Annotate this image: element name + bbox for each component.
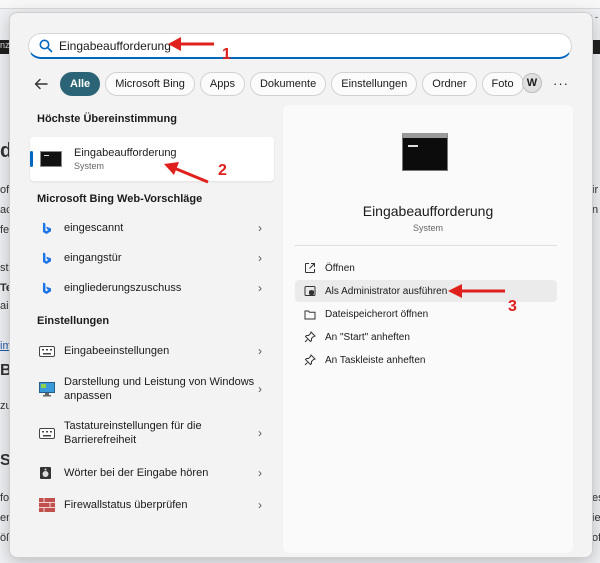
search-icon xyxy=(39,39,53,53)
settings-heading: Einstellungen xyxy=(37,315,110,327)
chevron-right-icon: › xyxy=(258,498,262,512)
chevron-right-icon: › xyxy=(258,344,262,358)
action-label: Öffnen xyxy=(325,262,355,274)
folder-icon xyxy=(303,307,317,321)
suggestion-label: eingangstür xyxy=(64,252,122,264)
tab-ordner[interactable]: Ordner xyxy=(422,72,477,96)
settings-item[interactable]: Wörter bei der Eingabe hören › xyxy=(28,459,276,487)
tab-microsoft-bing[interactable]: Microsoft Bing xyxy=(105,72,195,96)
run-as-admin-action[interactable]: Als Administrator ausführen xyxy=(295,280,557,302)
tab-apps[interactable]: Apps xyxy=(199,72,245,96)
settings-label: Wörter bei der Eingabe hören xyxy=(64,467,209,479)
details-title: Eingabeaufforderung xyxy=(362,203,494,219)
background-text: st xyxy=(0,262,9,274)
action-label: An "Start" anheften xyxy=(325,331,410,343)
details-subtitle: System xyxy=(412,223,443,233)
settings-item[interactable]: Darstellung und Leistung von Windows anp… xyxy=(28,371,276,407)
pin-icon xyxy=(303,330,317,344)
tab-dokumente[interactable]: Dokumente xyxy=(249,72,327,96)
pin-icon xyxy=(303,353,317,367)
details-pane: Eingabeaufforderung System Öffnen Als Ad… xyxy=(283,105,573,553)
firewall-icon xyxy=(38,496,56,514)
settings-item[interactable]: Eingabeeinstellungen › xyxy=(28,337,276,365)
chevron-right-icon: › xyxy=(258,281,262,295)
selection-indicator xyxy=(30,151,33,167)
action-label: Dateispeicherort öffnen xyxy=(325,308,429,320)
bing-icon xyxy=(38,219,56,237)
settings-item[interactable]: Firewallstatus überprüfen › xyxy=(28,491,276,519)
divider xyxy=(295,245,557,246)
bing-icon xyxy=(38,249,56,267)
open-file-location-action[interactable]: Dateispeicherort öffnen xyxy=(295,303,557,325)
speaker-icon xyxy=(38,464,56,482)
background-text: of xyxy=(0,184,10,196)
search-input[interactable] xyxy=(59,38,219,53)
background-browser-bar xyxy=(0,0,600,9)
keyboard-icon xyxy=(38,424,56,442)
settings-label: Firewallstatus überprüfen xyxy=(64,499,188,511)
more-options-icon[interactable]: ··· xyxy=(551,73,571,93)
bing-suggestion-item[interactable]: eingescannt › xyxy=(28,215,276,241)
tab-einstellungen[interactable]: Einstellungen xyxy=(331,72,418,96)
search-box[interactable] xyxy=(28,33,572,59)
pin-to-start-action[interactable]: An "Start" anheften xyxy=(295,326,557,348)
background-text: fo xyxy=(0,492,10,504)
chevron-right-icon: › xyxy=(258,426,262,440)
action-label: An Taskleiste anheften xyxy=(325,354,426,366)
best-match-title: Eingabeaufforderung xyxy=(74,147,177,159)
best-match-heading: Höchste Übereinstimmung xyxy=(37,113,177,125)
settings-item[interactable]: Tastatureinstellungen für die Barrierefr… xyxy=(28,415,276,451)
tab-alle[interactable]: Alle xyxy=(60,72,101,96)
chevron-right-icon: › xyxy=(258,466,262,480)
command-prompt-icon xyxy=(402,133,448,171)
chevron-right-icon: › xyxy=(258,221,262,235)
command-prompt-icon xyxy=(40,151,62,167)
bing-heading: Microsoft Bing Web-Vorschläge xyxy=(37,193,203,205)
background-text: of xyxy=(592,532,600,544)
filter-bar: Alle Microsoft Bing Apps Dokumente Einst… xyxy=(28,71,580,97)
open-action[interactable]: Öffnen xyxy=(295,257,557,279)
annotation-number: 1 xyxy=(222,46,231,63)
avatar[interactable]: W xyxy=(522,73,542,93)
background-text: ie xyxy=(592,512,600,524)
chevron-right-icon: › xyxy=(258,382,262,396)
annotation-number: 3 xyxy=(508,298,517,315)
start-menu: Alle Microsoft Bing Apps Dokumente Einst… xyxy=(9,12,593,558)
bing-icon xyxy=(38,279,56,297)
background-text: fe xyxy=(0,224,10,236)
tab-foto[interactable]: Foto xyxy=(481,72,524,96)
monitor-icon xyxy=(38,380,56,398)
bing-suggestion-item[interactable]: eingliederungszuschuss › xyxy=(28,275,276,301)
best-match-item[interactable]: Eingabeaufforderung System xyxy=(30,137,274,181)
bing-suggestion-item[interactable]: eingangstür › xyxy=(28,245,276,271)
chevron-right-icon: › xyxy=(258,251,262,265)
settings-label: Tastatureinstellungen für die Barrierefr… xyxy=(64,420,202,446)
suggestion-label: eingescannt xyxy=(64,222,124,234)
open-icon xyxy=(303,261,317,275)
suggestion-label: eingliederungszuschuss xyxy=(64,282,182,294)
action-label: Als Administrator ausführen xyxy=(325,285,448,297)
back-arrow-icon[interactable] xyxy=(28,71,54,97)
best-match-subtitle: System xyxy=(74,161,105,171)
background-text: es xyxy=(592,492,600,504)
settings-label: Darstellung und Leistung von Windows anp… xyxy=(64,376,255,402)
settings-label: Eingabeeinstellungen xyxy=(64,345,170,357)
annotation-number: 2 xyxy=(218,162,227,179)
admin-shield-icon xyxy=(303,284,317,298)
keyboard-icon xyxy=(38,342,56,360)
pin-to-taskbar-action[interactable]: An Taskleiste anheften xyxy=(295,349,557,371)
